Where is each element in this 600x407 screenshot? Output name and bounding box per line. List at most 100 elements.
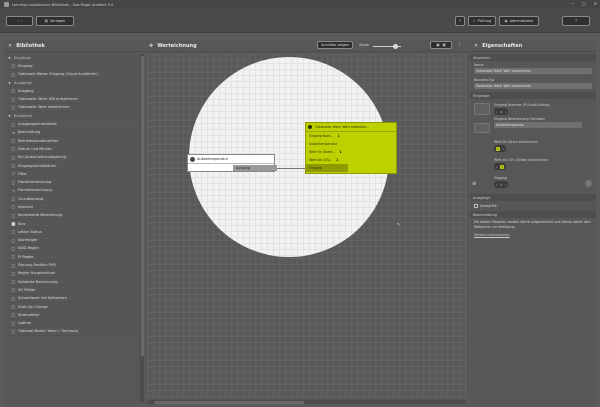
library-item[interactable]: ▢ Start Up Change — [7, 303, 138, 312]
library-item[interactable]: ▢ Optionaler Wert: VIN aufzeichnen — [7, 95, 138, 104]
library-item[interactable]: ▢ Stromzähler — [7, 311, 138, 320]
admin-button[interactable]: ◉ Administrator — [499, 16, 539, 26]
plus-icon[interactable]: › — [505, 110, 506, 114]
library-item[interactable]: ▢ Betriebsstundenzähler — [7, 137, 138, 146]
library-item[interactable]: ≡ Beschaltung — [7, 129, 138, 137]
node-port-row[interactable]: Eingang — [306, 164, 348, 172]
input4-stepper[interactable]: ‹ 1 — [494, 163, 507, 170]
selected-node[interactable]: Optionaler Wert: Wert aufzeichn... Einga… — [305, 122, 397, 174]
library-scrollbar[interactable] — [140, 54, 144, 402]
library-item[interactable]: ▢ Intervall — [7, 203, 138, 212]
app-icon — [4, 2, 9, 7]
output-checkbox[interactable] — [474, 204, 478, 208]
library-item[interactable]: ▢ Optionale Werte: Eingang (Cloud Ausführ… — [7, 71, 138, 79]
library-category[interactable]: ▼ Eingänge — [7, 54, 138, 63]
source-node-header[interactable]: Außentemperatur — [188, 155, 274, 164]
properties-header: ✕ Eigenschaften — [470, 40, 596, 52]
fit-icon[interactable]: ▣ — [436, 43, 439, 47]
library-item[interactable]: ▢ Planung Position PVR — [7, 261, 138, 270]
library-item-label: Planung Position PVR — [18, 263, 56, 268]
drag-handle-icon[interactable]: ✥ — [149, 43, 153, 49]
preview-button[interactable]: ✓ Prüfung — [468, 16, 496, 26]
library-item[interactable]: ▢ Jahreswerte Berechnung — [7, 212, 138, 220]
close-button[interactable]: ✕ — [594, 1, 597, 6]
check-icon: ✓ — [472, 19, 476, 23]
plus-icon[interactable]: › — [503, 147, 504, 151]
library-item[interactable]: ▢ Nachfolger — [7, 237, 138, 245]
node-port-row[interactable]: Wert für Überk... 1 — [306, 148, 396, 156]
library-item-label: Uptime — [18, 321, 32, 326]
library-item[interactable]: ▢ Flankenerkennung — [7, 178, 138, 187]
output-checkbox-label: Unbegriffe — [480, 204, 497, 208]
library-item[interactable]: ▢ Grundkonzept — [7, 195, 138, 204]
library-item[interactable]: ▢ Optional Modul: Wann / Trennung — [7, 328, 138, 337]
question-icon: ? — [575, 19, 577, 23]
library-list: ▼ Eingänge ▢ Eingang ▢ Optionale Werte: Einga… — [7, 54, 138, 404]
input1-stepper[interactable]: ‹ 1 › — [494, 108, 509, 115]
input3-stepper[interactable]: 1 › — [494, 145, 507, 152]
logic-canvas[interactable]: Außentemperatur Ausgang Optionaler Wert:… — [147, 54, 467, 398]
library-item[interactable]: ▢ SG Pfeiler — [7, 286, 138, 295]
node-port-row[interactable]: Wert als CSV... 1 — [306, 156, 396, 164]
library-item[interactable]: ▢ Schwellwert mit Sollwerten — [7, 295, 138, 303]
library-item[interactable]: ▢ Eingangsschaltzähler — [7, 162, 138, 171]
library-item[interactable]: ▢ Regler Haupterhitzer — [7, 270, 138, 279]
forward-icon[interactable]: › — [21, 19, 22, 23]
link-icon[interactable]: ⊕ — [472, 181, 476, 187]
library-scrollbar-thumb[interactable] — [140, 56, 144, 356]
library-item[interactable]: ▢ Optionaler Wert aufzeichnen — [7, 104, 138, 113]
library-item[interactable]: ∿ Formelberechnung — [7, 187, 138, 196]
canvas-scrollbar-thumb[interactable] — [154, 400, 304, 404]
selected-node-header[interactable]: Optionaler Wert: Wert aufzeichn... — [306, 123, 396, 132]
library-item[interactable]: ▢ Ausgangsschwellwert — [7, 120, 138, 129]
zoom-slider[interactable] — [373, 43, 401, 49]
input5-stepper[interactable]: ‹ 1 › — [494, 181, 509, 188]
back-icon[interactable]: ‹ — [17, 19, 18, 23]
node-port-row[interactable]: Außentemperatur — [306, 140, 396, 148]
help-button[interactable]: ? — [455, 16, 465, 26]
library-item[interactable]: ⬤ Kiez — [7, 220, 138, 229]
nav-button-group[interactable]: ‹ › — [6, 16, 33, 26]
library-item[interactable]: ▢ Ein-/Ausschaltverzögerung — [7, 154, 138, 162]
reset-icon[interactable] — [585, 180, 592, 187]
connection-line — [277, 168, 307, 169]
zoom-slider-knob[interactable] — [393, 43, 398, 49]
menu-icon[interactable]: ⋮ — [457, 42, 462, 48]
template-button[interactable]: ▤ Vorlagen — [36, 16, 74, 26]
minus-icon[interactable]: ‹ — [496, 165, 497, 169]
library-item-label: Optional Modul: Wann / Trennung — [18, 329, 78, 334]
library-category[interactable]: ▼ Ausgänge — [7, 79, 138, 88]
minimize-button[interactable]: ─ — [571, 1, 573, 6]
name-field[interactable]: Optionaler Wert: Wert aufzeichnen — [474, 68, 592, 74]
minus-icon[interactable]: ‹ — [496, 110, 497, 114]
close-icon[interactable]: ✕ — [8, 43, 12, 49]
library-item-label: Grundkonzept — [18, 196, 44, 201]
grid-icon[interactable]: ▦ — [443, 43, 446, 47]
library-item[interactable]: ▽ Filter — [7, 170, 138, 179]
library-item[interactable]: ▢ Sollwerte Berechnung — [7, 278, 138, 287]
minus-icon[interactable]: ‹ — [496, 183, 497, 187]
library-item[interactable]: ▢ Uptime — [7, 320, 138, 328]
library-item[interactable]: ▢ Letzer Status — [7, 228, 138, 237]
library-item[interactable]: ▢ Eingang — [7, 62, 138, 71]
maximize-button[interactable]: □ — [582, 1, 586, 6]
source-node-output-port[interactable]: Ausgang — [233, 165, 277, 171]
library-item[interactable]: ▢ Ausgang — [7, 87, 138, 96]
input2-field[interactable]: Außentemperatur — [494, 122, 582, 128]
more-button[interactable]: ? — [562, 16, 590, 26]
close-icon[interactable]: ✕ — [474, 43, 478, 49]
library-item-label: Kiez — [18, 221, 26, 226]
block-icon: ▢ — [11, 295, 16, 301]
scrollbar-toggle-button[interactable]: Scrollbar zeigen — [317, 41, 353, 49]
plus-icon[interactable]: › — [505, 183, 506, 187]
canvas-horizontal-scrollbar[interactable] — [149, 400, 465, 404]
layout-button-group[interactable]: ▣ ▦ — [430, 41, 452, 49]
output-checkbox-row[interactable]: Unbegriffe — [470, 201, 596, 211]
node-port-row[interactable]: Eingang Nom... 1 — [306, 132, 396, 140]
library-item[interactable]: ▢ NOD-Regler — [7, 245, 138, 254]
library-item[interactable]: ▢ Datum und Minute — [7, 145, 138, 154]
more-info-link[interactable]: Weitere Informationen — [470, 231, 596, 239]
canvas-title: Werteichnung — [157, 42, 197, 49]
library-item[interactable]: ▢ PI Regler — [7, 253, 138, 262]
library-category[interactable]: ▼ Bausteine — [7, 112, 138, 121]
